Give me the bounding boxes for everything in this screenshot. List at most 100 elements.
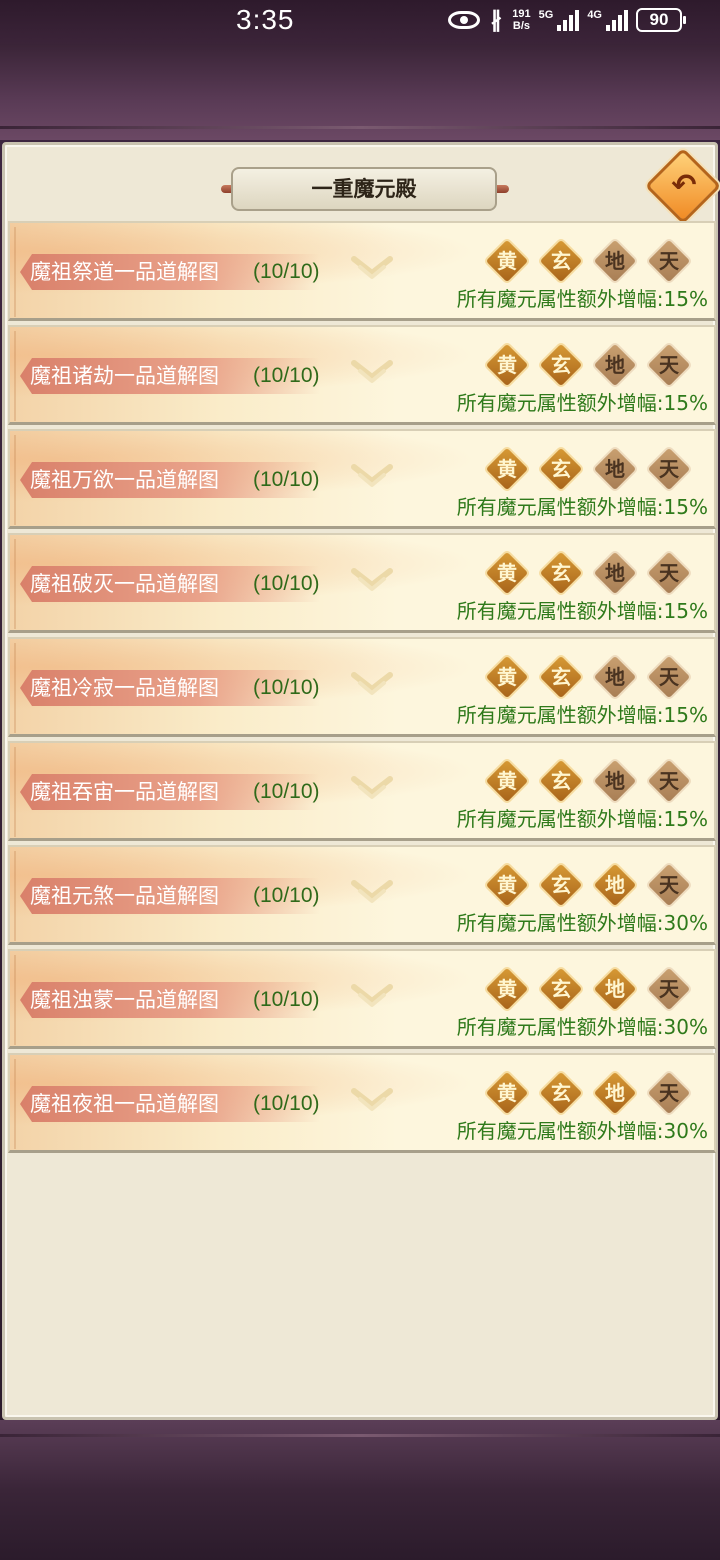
item-count: (10/10) <box>253 1092 320 1115</box>
grade-label: 地 <box>605 665 625 689</box>
bonus-text: 所有魔元属性额外增幅:15% <box>456 495 708 519</box>
grade-badge: 天 <box>647 967 691 1011</box>
grade-label: 天 <box>659 561 679 585</box>
bonus-text: 所有魔元属性额外增幅:15% <box>456 287 708 311</box>
speed-value: 191 <box>512 8 531 20</box>
grade-badge: 天 <box>647 551 691 595</box>
grade-badges: 黄玄地天 <box>485 447 691 491</box>
grade-label: 地 <box>605 457 625 481</box>
grade-badge: 玄 <box>539 759 583 803</box>
grade-label: 玄 <box>551 769 571 793</box>
list-item[interactable]: 魔祖元煞一品道解图 (10/10) 黄 玄 地 天所有魔元属性额外增幅:30% <box>8 845 716 945</box>
grade-label: 地 <box>605 1081 625 1105</box>
grade-badges: 黄玄地天 <box>485 343 691 387</box>
ornament-line <box>0 1434 720 1437</box>
item-count: (10/10) <box>253 988 320 1011</box>
list-item[interactable]: 魔祖吞宙一品道解图 (10/10) 黄 玄 地 天所有魔元属性额外增幅:15% <box>8 741 716 841</box>
grade-badge: 黄 <box>485 343 529 387</box>
grade-badges: 黄玄地天 <box>485 655 691 699</box>
chevron-down-icon[interactable] <box>350 1085 394 1115</box>
list-item[interactable]: 魔祖浊蒙一品道解图 (10/10) 黄 玄 地 天所有魔元属性额外增幅:30% <box>8 949 716 1049</box>
main-panel: 一重魔元殿 ↶ 魔祖祭道一品道解图 (10/10) 黄玄地天所有魔元属性额外增幅:1… <box>2 142 720 1420</box>
chevron-down-icon[interactable] <box>350 565 394 595</box>
grade-label: 地 <box>605 249 625 273</box>
grade-label: 天 <box>659 769 679 793</box>
grade-badge: 玄 <box>539 863 583 907</box>
item-name: 魔祖破灭一品道解图 <box>30 572 219 596</box>
grade-badges: 黄玄地 天 <box>485 967 691 1011</box>
grade-label: 天 <box>659 1081 679 1105</box>
grade-badge: 黄 <box>485 239 529 283</box>
signal-4g: 4G <box>587 9 628 31</box>
grade-label: 黄 <box>497 457 517 481</box>
grade-badge: 地 <box>593 967 637 1011</box>
list-item[interactable]: 魔祖夜祖一品道解图 (10/10) 黄 玄 地 天所有魔元属性额外增幅:30% <box>8 1053 716 1153</box>
grade-badges: 黄玄地 天 <box>485 1071 691 1115</box>
grade-badge: 黄 <box>485 863 529 907</box>
grade-badge: 地 <box>593 1071 637 1115</box>
grade-badges: 黄玄地天 <box>485 863 691 907</box>
grade-label: 天 <box>659 665 679 689</box>
panel-title: 一重魔元殿 <box>231 167 497 211</box>
grade-label: 地 <box>605 353 625 377</box>
grade-badge: 玄 <box>539 967 583 1011</box>
grade-label: 天 <box>659 249 679 273</box>
grade-badge: 黄 <box>485 551 529 595</box>
list-item[interactable]: 魔祖冷寂一品道解图 (10/10) 黄 玄 地 天所有魔元属性额外增幅:15% <box>8 637 716 737</box>
speed-unit: B/s <box>512 20 530 32</box>
grade-label: 玄 <box>551 457 571 481</box>
grade-label: 黄 <box>497 977 517 1001</box>
grade-badge: 玄 <box>539 551 583 595</box>
grade-badge: 玄 <box>539 655 583 699</box>
bonus-text: 所有魔元属性额外增幅:15% <box>456 703 708 727</box>
chevron-down-icon[interactable] <box>350 877 394 907</box>
item-count: (10/10) <box>253 676 320 699</box>
item-count: (10/10) <box>253 780 320 803</box>
grade-label: 地 <box>605 977 625 1001</box>
net1-label: 5G <box>538 9 554 21</box>
list-item[interactable]: 魔祖祭道一品道解图 (10/10) 黄 玄 地 天所有魔元属性额外增幅:15% <box>8 221 716 321</box>
grade-badge: 玄 <box>539 343 583 387</box>
status-icons: ∦ 191 B/s 5G 4G 90 <box>448 4 686 36</box>
grade-badge: 地 <box>593 551 637 595</box>
item-count: (10/10) <box>253 260 320 283</box>
grade-badge: 地 <box>593 343 637 387</box>
chevron-down-icon[interactable] <box>350 253 394 283</box>
grade-label: 天 <box>659 977 679 1001</box>
item-name: 魔祖冷寂一品道解图 <box>30 676 219 700</box>
battery-icon: 90 <box>636 8 686 32</box>
chevron-down-icon[interactable] <box>350 357 394 387</box>
grade-label: 玄 <box>551 249 571 273</box>
grade-label: 天 <box>659 873 679 897</box>
list-item[interactable]: 魔祖诸劫一品道解图 (10/10) 黄 玄 地 天所有魔元属性额外增幅:15% <box>8 325 716 425</box>
chevron-down-icon[interactable] <box>350 669 394 699</box>
grade-badge: 地 <box>593 239 637 283</box>
grade-badge: 黄 <box>485 759 529 803</box>
grade-badge: 天 <box>647 655 691 699</box>
grade-badge: 天 <box>647 759 691 803</box>
grade-label: 黄 <box>497 769 517 793</box>
grade-badge: 玄 <box>539 239 583 283</box>
grade-badge: 地 <box>593 447 637 491</box>
grade-badge: 玄 <box>539 1071 583 1115</box>
chevron-down-icon[interactable] <box>350 773 394 803</box>
item-name: 魔祖诸劫一品道解图 <box>30 364 219 388</box>
grade-label: 地 <box>605 769 625 793</box>
top-decor-band <box>0 44 720 140</box>
diagram-list: 魔祖祭道一品道解图 (10/10) 黄玄地天所有魔元属性额外增幅:15% 魔祖诸劫一品… <box>8 221 716 1157</box>
chevron-down-icon[interactable] <box>350 981 394 1011</box>
list-item[interactable]: 魔祖破灭一品道解图 (10/10) 黄 玄 地 天所有魔元属性额外增幅:15% <box>8 533 716 633</box>
list-item[interactable]: 魔祖万欲一品道解图 (10/10) 黄 玄 地 天所有魔元属性额外增幅:15% <box>8 429 716 529</box>
grade-label: 玄 <box>551 561 571 585</box>
status-bar: 3:35 ∦ 191 B/s 5G 4G 90 <box>0 0 720 44</box>
item-name: 魔祖夜祖一品道解图 <box>30 1092 219 1116</box>
status-time: 3:35 <box>236 4 295 35</box>
net2-label: 4G <box>587 9 602 21</box>
grade-badge: 黄 <box>485 1071 529 1115</box>
grade-badges: 黄玄地天 <box>485 551 691 595</box>
grade-badge: 玄 <box>539 447 583 491</box>
chevron-down-icon[interactable] <box>350 461 394 491</box>
grade-label: 天 <box>659 457 679 481</box>
grade-badge: 地 <box>593 655 637 699</box>
item-name: 魔祖祭道一品道解图 <box>30 260 219 284</box>
